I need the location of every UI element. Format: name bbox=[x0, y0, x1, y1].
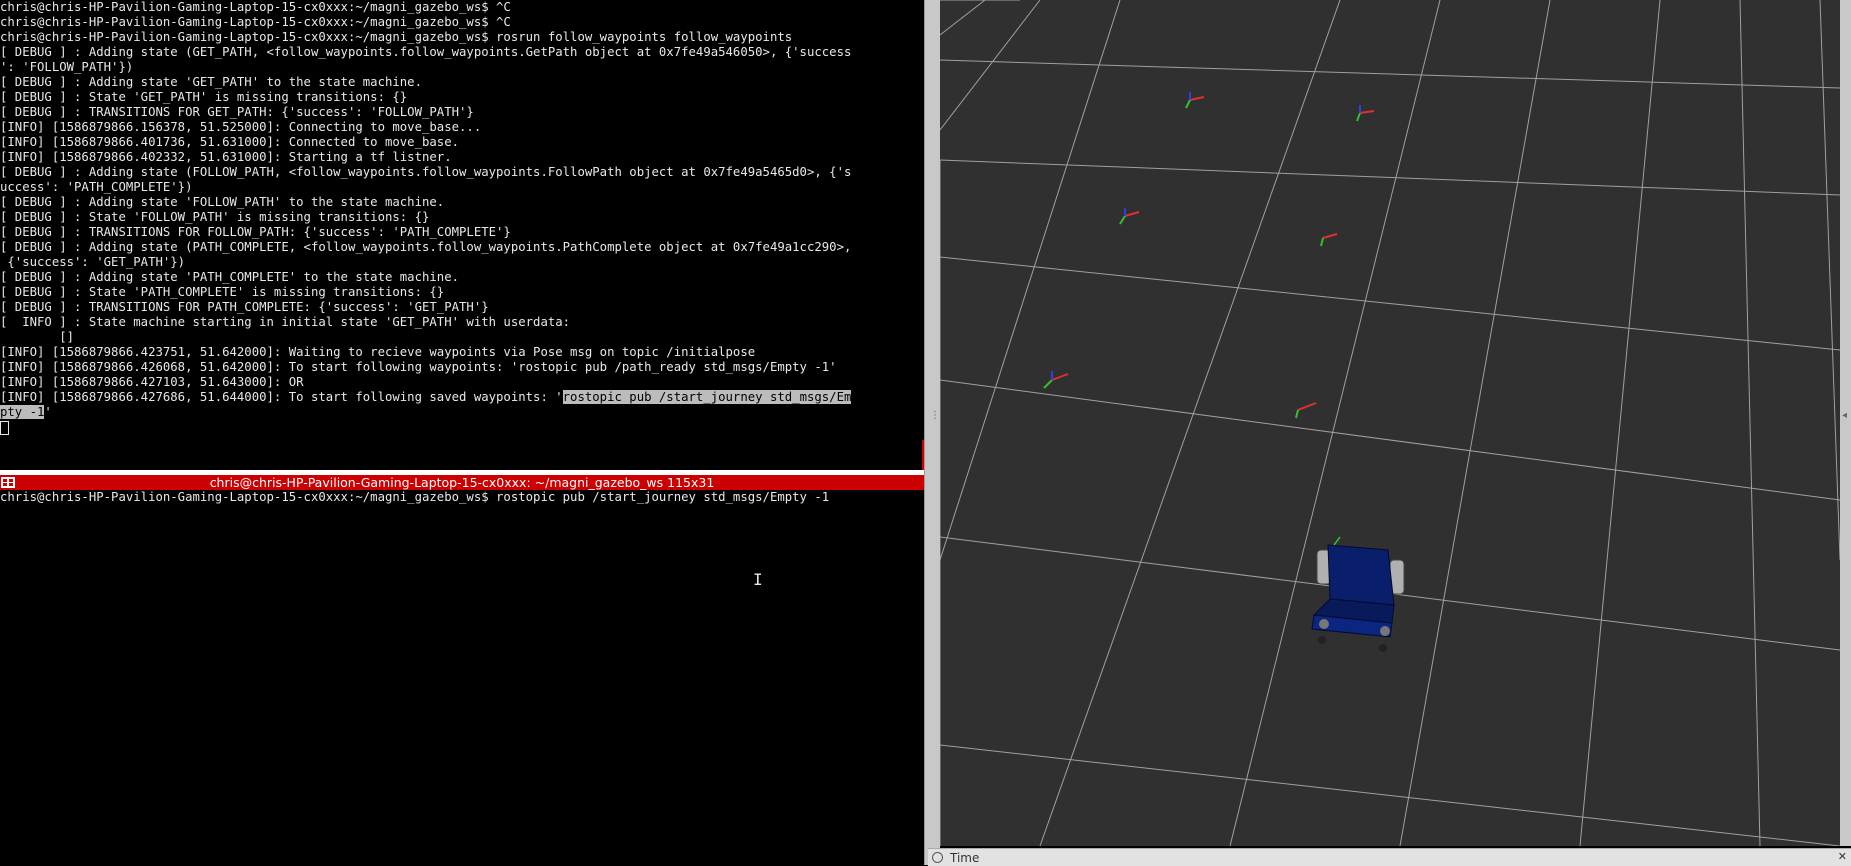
terminal-line: uccess': 'PATH_COMPLETE'}) bbox=[0, 180, 193, 194]
magni-robot-model bbox=[1311, 536, 1405, 652]
waypoint-marker bbox=[1295, 402, 1317, 419]
terminal-line: [ DEBUG ] : TRANSITIONS FOR GET_PATH: {'… bbox=[0, 105, 474, 119]
terminal-titlebar[interactable]: chris@chris-HP-Pavilion-Gaming-Laptop-15… bbox=[0, 475, 924, 490]
grid-line bbox=[940, 379, 1840, 501]
bottom-terminal[interactable]: chris@chris-HP-Pavilion-Gaming-Laptop-15… bbox=[0, 490, 924, 865]
terminal-line: [ DEBUG ] : Adding state 'GET_PATH' to t… bbox=[0, 75, 422, 89]
grid-line bbox=[940, 0, 1121, 561]
terminal-line: {'success': 'GET_PATH'}) bbox=[0, 255, 186, 269]
grid-line bbox=[940, 0, 1041, 131]
collapse-arrow-icon[interactable]: ◂ bbox=[1842, 410, 1847, 421]
terminal-line: [INFO] [1586879866.423751, 51.642000]: W… bbox=[0, 345, 756, 359]
selected-text-wrap[interactable]: pty -1 bbox=[0, 405, 45, 419]
rviz-3d-viewport[interactable] bbox=[940, 0, 1840, 846]
terminal-line: ': 'FOLLOW_PATH'}) bbox=[0, 60, 134, 74]
text-ibeam-cursor: I bbox=[753, 570, 763, 589]
close-icon[interactable]: ✕ bbox=[1838, 850, 1847, 863]
terminal-icon bbox=[1, 477, 15, 488]
terminal-line: [] bbox=[0, 330, 75, 344]
bottom-terminal-output: chris@chris-HP-Pavilion-Gaming-Laptop-15… bbox=[0, 490, 924, 505]
terminal-line: chris@chris-HP-Pavilion-Gaming-Laptop-15… bbox=[0, 0, 511, 14]
waypoint-marker bbox=[1119, 208, 1140, 225]
terminal-line: [INFO] [1586879866.402332, 51.631000]: S… bbox=[0, 150, 452, 164]
terminal-line: [INFO] [1586879866.401736, 51.631000]: C… bbox=[0, 135, 460, 149]
terminal-line: [ INFO ] : State machine starting in ini… bbox=[0, 315, 571, 329]
terminal-line: [ DEBUG ] : State 'PATH_COMPLETE' is mis… bbox=[0, 285, 445, 299]
terminal-line: [ DEBUG ] : State 'GET_PATH' is missing … bbox=[0, 90, 408, 104]
grid-line bbox=[940, 256, 1840, 351]
terminal-line: [ DEBUG ] : Adding state 'PATH_COMPLETE'… bbox=[0, 270, 460, 284]
grid-line bbox=[1579, 0, 1661, 846]
terminal-line: [ DEBUG ] : State 'FOLLOW_PATH' is missi… bbox=[0, 210, 430, 224]
top-terminal[interactable]: chris@chris-HP-Pavilion-Gaming-Laptop-15… bbox=[0, 0, 924, 470]
terminal-line: [INFO] [1586879866.156378, 51.525000]: C… bbox=[0, 120, 482, 134]
waypoint-marker bbox=[1043, 371, 1069, 389]
splitter-handle-icon[interactable]: ⋮ bbox=[930, 410, 940, 421]
grid-line bbox=[1399, 0, 1551, 846]
terminal-line: [ DEBUG ] : Adding state (PATH_COMPLETE,… bbox=[0, 240, 852, 254]
terminal-line: chris@chris-HP-Pavilion-Gaming-Laptop-15… bbox=[0, 30, 793, 44]
ground-grid bbox=[940, 0, 1840, 846]
panel-splitter[interactable]: ⋮ bbox=[924, 0, 940, 865]
terminal-line: [ DEBUG ] : TRANSITIONS FOR PATH_COMPLET… bbox=[0, 300, 489, 314]
terminal-line: [INFO] [1586879866.427103, 51.643000]: O… bbox=[0, 375, 304, 389]
terminal-line: chris@chris-HP-Pavilion-Gaming-Laptop-15… bbox=[0, 15, 511, 29]
grid-line bbox=[940, 744, 1840, 846]
terminal-line: [ DEBUG ] : Adding state (GET_PATH, <fol… bbox=[0, 45, 852, 59]
terminal-line: chris@chris-HP-Pavilion-Gaming-Laptop-15… bbox=[0, 490, 830, 504]
info-line-prefix: [INFO] [1586879866.427686, 51.644000]: T… bbox=[0, 390, 563, 404]
terminal-line: [INFO] [1586879866.426068, 51.642000]: T… bbox=[0, 360, 837, 374]
waypoint-marker bbox=[1185, 92, 1205, 109]
time-panel-label: Time bbox=[950, 851, 980, 865]
time-panel-header[interactable]: Time ✕ bbox=[928, 848, 1851, 866]
grid-line bbox=[940, 0, 986, 36]
grid-line bbox=[1819, 0, 1840, 561]
terminal-line: [ DEBUG ] : Adding state (FOLLOW_PATH, <… bbox=[0, 165, 852, 179]
viewport-side-panel[interactable]: ◂ bbox=[1840, 0, 1851, 846]
grid-line bbox=[1039, 0, 1341, 846]
waypoint-marker bbox=[1320, 233, 1338, 247]
grid-line bbox=[1739, 0, 1761, 846]
top-terminal-output: chris@chris-HP-Pavilion-Gaming-Laptop-15… bbox=[0, 0, 924, 390]
terminal-cursor bbox=[0, 420, 9, 435]
grid-line bbox=[940, 59, 1840, 89]
terminal-cursor-line bbox=[0, 420, 924, 435]
waypoint-marker bbox=[1356, 105, 1375, 122]
selected-text[interactable]: rostopic pub /start_journey std_msgs/Em bbox=[562, 390, 852, 404]
terminal-title: chris@chris-HP-Pavilion-Gaming-Laptop-15… bbox=[209, 475, 715, 490]
clock-icon bbox=[932, 852, 943, 863]
quote-suffix: ' bbox=[44, 405, 52, 419]
terminal-line-selected: [INFO] [1586879866.427686, 51.644000]: T… bbox=[0, 390, 924, 405]
terminal-line: [ DEBUG ] : Adding state 'FOLLOW_PATH' t… bbox=[0, 195, 445, 209]
grid-line bbox=[940, 159, 1840, 196]
terminal-line: [ DEBUG ] : TRANSITIONS FOR FOLLOW_PATH:… bbox=[0, 225, 511, 239]
grid-scene bbox=[940, 0, 1840, 846]
terminal-line-wrap: pty -1' bbox=[0, 405, 924, 420]
